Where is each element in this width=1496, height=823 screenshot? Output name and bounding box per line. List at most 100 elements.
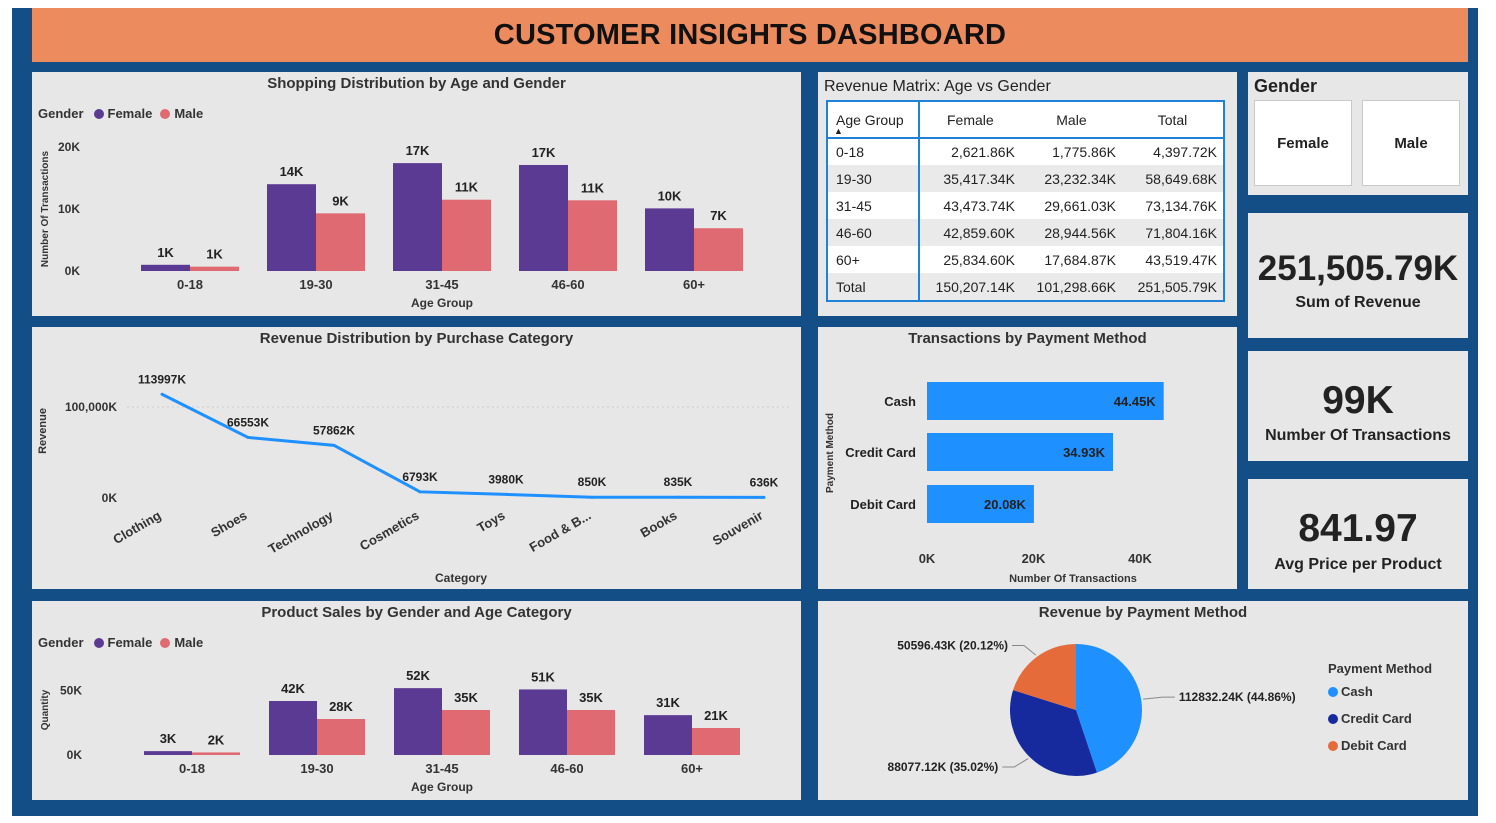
transactions-kpi-card: 99K Number Of Transactions <box>1248 351 1468 461</box>
matrix-header-total[interactable]: Total <box>1121 102 1223 139</box>
matrix-cell-age: 60+ <box>828 246 920 273</box>
x-tick-label: 31-45 <box>425 277 458 292</box>
female-bar <box>644 715 692 755</box>
x-tick-label: 60+ <box>683 277 705 292</box>
leader-line <box>1012 644 1037 656</box>
data-label: 9K <box>332 193 349 208</box>
matrix-cell-male: 17,684.87K <box>1044 251 1116 268</box>
data-label: 835K <box>664 475 693 489</box>
matrix-header-row: Age Group ▲ Female Male Total <box>828 102 1223 139</box>
y-tick-label: Debit Card <box>850 497 916 512</box>
data-label: 850K <box>578 475 607 489</box>
female-bar <box>645 208 694 271</box>
data-label: 14K <box>280 164 304 179</box>
x-tick-label: 20K <box>1022 551 1046 566</box>
matrix-cell-female: 43,473.74K <box>943 197 1015 214</box>
revenue-matrix-panel[interactable]: Revenue Matrix: Age vs Gender Age Group ▲… <box>818 72 1237 316</box>
x-tick-label: Food & B... <box>527 508 594 555</box>
matrix-cell-female: 42,859.60K <box>918 219 1021 246</box>
male-bar <box>567 710 615 755</box>
female-bar <box>269 701 317 755</box>
male-bar <box>692 728 740 755</box>
slicer-option-female[interactable]: Female <box>1254 100 1352 186</box>
dashboard-title: CUSTOMER INSIGHTS DASHBOARD <box>493 18 1007 51</box>
product-sales-chart[interactable]: 50K 0K Quantity 3K 2K0-18 42K 28K 19-30 52K 35K 31… <box>32 601 801 800</box>
revenue-kpi-label: Sum of Revenue <box>1295 294 1421 311</box>
category-panel[interactable]: Revenue Distribution by Purchase Categor… <box>32 327 801 589</box>
matrix-cell-female: 35,417.34K <box>918 165 1021 192</box>
data-label: 21K <box>704 708 728 723</box>
transactions-kpi-value: 99K <box>1322 379 1394 422</box>
male-bar <box>568 200 617 271</box>
payment-bar-chart[interactable]: 44.45K Cash 34.93K Credit Card 20.08K Debit C… <box>818 327 1237 589</box>
pie-legend-label: Debit Card <box>1341 738 1407 753</box>
revenue-kpi-value: 251,505.79K <box>1257 249 1459 288</box>
data-label: 42K <box>281 681 305 696</box>
matrix-row: 19-30 35,417.34K 23,232.34K 58,649.68K <box>828 165 1223 192</box>
line-point <box>504 492 508 496</box>
male-bar <box>442 710 490 755</box>
female-bar <box>519 164 568 271</box>
matrix-cell-total: 71,804.16K <box>1121 219 1223 246</box>
gender-slicer[interactable]: Gender Female Male <box>1248 72 1468 195</box>
female-bar <box>519 689 567 755</box>
revenue-kpi-card: 251,505.79K Sum of Revenue <box>1248 213 1468 338</box>
slicer-option-male[interactable]: Male <box>1362 100 1460 186</box>
data-label: 50596.43K (20.12%) <box>897 638 1008 652</box>
data-label: 112832.24K (44.86%) <box>1179 690 1296 704</box>
y-axis-title: Quantity <box>40 689 51 730</box>
x-axis-title: Age Group <box>411 780 473 794</box>
data-label: 17K <box>532 145 556 160</box>
matrix-header-age[interactable]: Age Group ▲ <box>828 102 920 139</box>
avg-price-kpi-value: 841.97 <box>1298 507 1418 550</box>
matrix-cell-age: 19-30 <box>828 165 920 192</box>
pie-legend-item-credit-card[interactable]: Credit Card <box>1328 711 1432 726</box>
product-sales-panel[interactable]: Product Sales by Gender and Age Category… <box>32 601 801 800</box>
transactions-kpi-label: Number Of Transactions <box>1265 427 1451 444</box>
revenue-matrix-table[interactable]: Age Group ▲ Female Male Total 0-18 2,621.… <box>826 100 1225 302</box>
pie-legend-title: Payment Method <box>1328 661 1433 676</box>
line-point <box>590 495 594 499</box>
matrix-header-female[interactable]: Female <box>918 102 1021 139</box>
matrix-cell-age: Total <box>828 273 920 300</box>
x-tick-label: 31-45 <box>425 761 458 776</box>
pie-legend-item-debit-card[interactable]: Debit Card <box>1328 738 1432 753</box>
sort-ascending-icon[interactable]: ▲ <box>834 126 843 136</box>
data-label: 88077.12K (35.02%) <box>888 760 999 774</box>
pie-legend-item-cash[interactable]: Cash <box>1328 684 1432 699</box>
dashboard-canvas: CUSTOMER INSIGHTS DASHBOARD Shopping Dis… <box>0 0 1496 823</box>
matrix-cell-male: 101,298.66K <box>1020 273 1122 300</box>
data-label: 3980K <box>488 472 524 486</box>
data-label: 28K <box>329 699 353 714</box>
data-label: 636K <box>750 475 779 489</box>
x-axis-title: Number Of Transactions <box>1009 573 1137 585</box>
y-axis-title: Payment Method <box>825 413 836 493</box>
x-tick-label: Souvenir <box>710 508 766 549</box>
matrix-cell-female: 2,621.86K <box>951 144 1015 160</box>
x-tick-label: 60+ <box>681 761 703 776</box>
matrix-header-male[interactable]: Male <box>1020 102 1122 139</box>
age-gender-panel[interactable]: Shopping Distribution by Age and Gender … <box>32 72 801 316</box>
line-point <box>246 435 250 439</box>
x-tick-label: 0K <box>919 551 936 566</box>
leader-line <box>1143 696 1175 700</box>
data-label: 17K <box>406 143 430 158</box>
y-tick-label: 20K <box>58 140 80 154</box>
payment-bar-panel[interactable]: Transactions by Payment Method 44.45K Cas… <box>818 327 1237 589</box>
x-tick-label: Clothing <box>110 508 163 547</box>
y-tick-label: 50K <box>60 684 82 698</box>
female-bar <box>141 264 190 271</box>
pie-legend[interactable]: Payment Method Cash Credit Card Debit Ca… <box>1328 661 1432 753</box>
data-label: 6793K <box>402 470 438 484</box>
y-axis-title: Revenue <box>37 408 49 454</box>
payment-pie-panel[interactable]: Revenue by Payment Method 112832.24K (44… <box>818 601 1468 800</box>
line-point <box>332 443 336 447</box>
data-label: 3K <box>160 731 177 746</box>
x-tick-label: Books <box>638 508 680 541</box>
matrix-row: 0-18 2,621.86K 1,775.86K 4,397.72K <box>828 138 1223 165</box>
age-gender-chart[interactable]: 20K10K0KNumber Of Transactions 1K 1K0-1814… <box>32 72 801 316</box>
category-chart[interactable]: 100,000K 0K Revenue 113997K Clothing 66553K Sh… <box>32 327 801 589</box>
line-point <box>762 495 766 499</box>
debit-card-legend-dot <box>1328 740 1338 751</box>
x-tick-label: Shoes <box>208 508 249 540</box>
